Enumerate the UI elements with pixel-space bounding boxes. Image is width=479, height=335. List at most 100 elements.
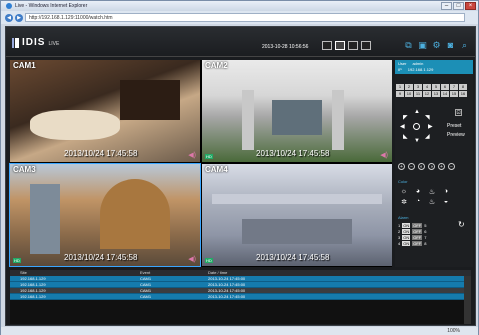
ptz-downleft-icon[interactable]: ◣ xyxy=(403,133,408,140)
alarm-off-button[interactable]: OFF xyxy=(412,240,423,246)
iris-open-icon[interactable]: + xyxy=(438,163,445,170)
camera-select-button[interactable]: 4 xyxy=(423,84,431,90)
minimize-button[interactable]: – xyxy=(441,2,452,10)
camera-label: CAM2 xyxy=(205,61,228,70)
reset-color-icon[interactable]: ↻ xyxy=(458,220,465,229)
toolbar-icons: ⧉ ▣ ⚙ ◙ ⌕ xyxy=(404,41,469,50)
camera-select-button[interactable]: 11 xyxy=(414,91,422,97)
browser-window: Live - Windows Internet Explorer – □ × ◀… xyxy=(0,0,479,335)
row-site: 192.168.1.129 xyxy=(20,288,46,293)
camera-select-button[interactable]: 3 xyxy=(414,84,422,90)
alarm-number: 2 xyxy=(398,228,401,234)
camera-select-button[interactable]: 10 xyxy=(405,91,413,97)
alarm-off-button[interactable]: OFF xyxy=(412,228,423,234)
table-row[interactable]: 192.168.1.129 CAM1 2013-10-24 17:45:00 xyxy=(10,294,471,300)
hue-up-icon[interactable]: ◑ xyxy=(440,188,452,196)
focus-near-icon[interactable]: ◐ xyxy=(418,163,425,170)
camera-timestamp: 2013/10/24 17:45:58 xyxy=(64,253,138,262)
camera-timestamp: 2013/10/24 17:45:58 xyxy=(64,149,138,158)
focus-far-icon[interactable]: ◑ xyxy=(428,163,435,170)
camera-select-button[interactable]: 13 xyxy=(432,91,440,97)
camera-select-button[interactable]: 14 xyxy=(441,91,449,97)
row-event: CAM1 xyxy=(140,282,152,287)
camera-select-button[interactable]: 6 xyxy=(441,84,449,90)
speaker-icon[interactable]: ◀) xyxy=(380,151,388,159)
hd-badge: HD xyxy=(13,258,21,263)
saturation-down-icon[interactable]: ♨ xyxy=(426,198,438,206)
preset-button[interactable]: Preset xyxy=(447,123,461,129)
url-field[interactable]: http://192.168.1.129:11000/watch.htm xyxy=(25,13,465,22)
control-panel: User admin IP 192.168.1.129 1 2 3 4 5 6 7 8 9 10 11 1… xyxy=(395,60,473,267)
maximize-button[interactable]: □ xyxy=(453,2,464,10)
ptz-down-icon[interactable]: ▼ xyxy=(414,138,420,144)
hue-down-icon[interactable]: ◒ xyxy=(440,198,452,206)
alarm-on-button[interactable]: ON xyxy=(402,228,411,234)
camera-select-button[interactable]: 7 xyxy=(450,84,458,90)
video-grid: CAM1 2013/10/24 17:45:58 ◀) CAM2 2013/10… xyxy=(9,60,392,267)
settings-icon[interactable]: ⚙ xyxy=(432,41,441,50)
contrast-down-icon[interactable]: ◔ xyxy=(412,198,424,206)
camera-select-button[interactable]: 8 xyxy=(459,84,467,90)
camera-icon[interactable]: ◙ xyxy=(446,41,455,50)
camera-view-4[interactable]: CAM4 2013/10/24 17:45:58 HD xyxy=(202,164,392,266)
logo-subtitle: LIVE xyxy=(48,41,60,47)
event-log-scrollbar[interactable] xyxy=(464,276,471,324)
ptz-downright-icon[interactable]: ◢ xyxy=(425,133,430,140)
event-log: Site Event Date / time 192.168.1.129 CAM1… xyxy=(10,270,471,324)
row-datetime: 2013-10-24 17:45:00 xyxy=(208,282,246,287)
camera-select-button[interactable]: 1 xyxy=(396,84,404,90)
alarm-on-button[interactable]: ON xyxy=(402,240,411,246)
close-button[interactable]: × xyxy=(465,2,476,10)
camera-select-button[interactable]: 16 xyxy=(459,91,467,97)
layout-buttons xyxy=(322,41,371,50)
status-bar: 100% xyxy=(1,327,478,335)
alarm-off-button[interactable]: OFF xyxy=(412,222,423,228)
ptz-zoom-icon[interactable]: ⊡ xyxy=(455,109,462,116)
forward-icon[interactable]: ▶ xyxy=(15,13,23,22)
window-controls: – □ × xyxy=(441,2,476,10)
zoom-in-icon[interactable]: + xyxy=(398,163,405,170)
ptz-up-icon[interactable]: ▲ xyxy=(414,109,420,115)
back-icon[interactable]: ◀ xyxy=(5,13,13,22)
speaker-icon[interactable]: ◀) xyxy=(188,151,196,159)
preview-button[interactable]: Preview xyxy=(447,132,465,138)
camera-select-grid: 1 2 3 4 5 6 7 8 9 10 11 12 13 14 15 16 xyxy=(396,84,473,97)
camera-select-button[interactable]: 12 xyxy=(423,91,431,97)
ptz-right-icon[interactable]: ▶ xyxy=(428,123,433,130)
zoom-level[interactable]: 100% xyxy=(447,328,460,334)
zoom-out-icon[interactable]: − xyxy=(408,163,415,170)
camera-view-3[interactable]: CAM3 2013/10/24 17:45:58 HD ◀) xyxy=(9,163,201,267)
saturation-up-icon[interactable]: ♨ xyxy=(426,188,438,196)
alarm-on-button[interactable]: ON xyxy=(402,222,411,228)
network-icon[interactable]: ⧉ xyxy=(404,41,413,50)
brightness-up-icon[interactable]: ☼ xyxy=(398,188,410,196)
speaker-icon[interactable]: ◀) xyxy=(188,255,196,263)
camera-timestamp: 2013/10/24 17:45:58 xyxy=(256,253,330,262)
camera-select-button[interactable]: 5 xyxy=(432,84,440,90)
camera-view-2[interactable]: CAM2 2013/10/24 17:45:58 HD ◀) xyxy=(202,60,392,162)
ptz-left-icon[interactable]: ◀ xyxy=(400,123,405,130)
layout-2x2-button[interactable] xyxy=(335,41,345,50)
logo: IDIS LIVE xyxy=(12,37,59,48)
camera-select-button[interactable]: 2 xyxy=(405,84,413,90)
iris-close-icon[interactable]: − xyxy=(448,163,455,170)
ptz-upleft-icon[interactable]: ◤ xyxy=(403,114,408,121)
ip-value: 192.168.1.129 xyxy=(407,67,434,72)
camera-select-button[interactable]: 15 xyxy=(450,91,458,97)
brightness-down-icon[interactable]: ✲ xyxy=(398,198,410,206)
app-header: IDIS LIVE 2013-10-28 10:56:56 ⧉ ▣ ⚙ ◙ ⌕ xyxy=(6,27,475,57)
ptz-upright-icon[interactable]: ◥ xyxy=(425,114,430,121)
layout-3x3-button[interactable] xyxy=(348,41,358,50)
monitor-icon[interactable]: ▣ xyxy=(418,41,427,50)
alarm-off-button[interactable]: OFF xyxy=(412,234,423,240)
contrast-up-icon[interactable]: ◕ xyxy=(412,188,424,196)
alarm-on-button[interactable]: ON xyxy=(402,234,411,240)
camera-view-1[interactable]: CAM1 2013/10/24 17:45:58 ◀) xyxy=(10,60,200,162)
search-icon[interactable]: ⌕ xyxy=(460,41,469,50)
camera-select-button[interactable]: 9 xyxy=(396,91,404,97)
layout-1x1-button[interactable] xyxy=(322,41,332,50)
layout-4x4-button[interactable] xyxy=(361,41,371,50)
address-bar: ◀ ▶ http://192.168.1.129:11000/watch.htm xyxy=(1,11,478,24)
idis-app: IDIS LIVE 2013-10-28 10:56:56 ⧉ ▣ ⚙ ◙ ⌕ xyxy=(5,26,476,326)
ptz-center-button[interactable] xyxy=(413,123,420,130)
